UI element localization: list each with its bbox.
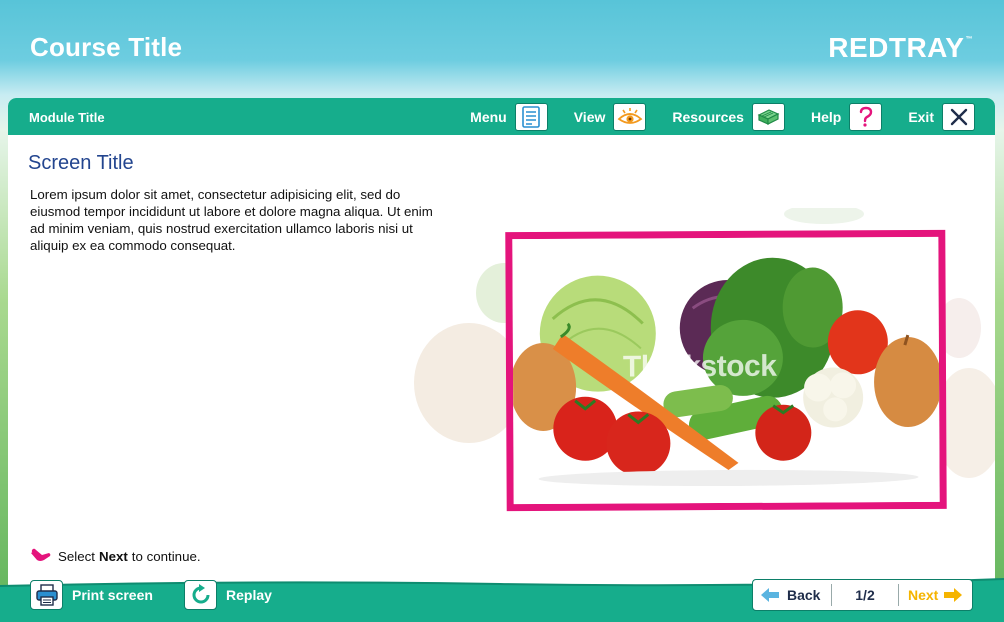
nav-view-button[interactable]: View: [574, 103, 647, 131]
menu-icon[interactable]: [514, 103, 548, 131]
arrow-left-icon: [761, 588, 779, 602]
module-title: Module Title: [29, 110, 105, 125]
brand-logo: REDTRAY™: [828, 32, 972, 64]
close-icon[interactable]: [942, 103, 975, 131]
module-bar: Module Title Menu View Resources Help Ex…: [8, 98, 995, 135]
page-navigator: Back 1/2 Next: [752, 579, 973, 611]
content-panel: Module Title Menu View Resources Help Ex…: [8, 98, 995, 588]
nav-help-label: Help: [810, 109, 842, 125]
nav-exit-button[interactable]: Exit: [908, 103, 975, 131]
replay-icon[interactable]: [184, 580, 217, 610]
replay-button[interactable]: Replay: [184, 580, 272, 610]
printer-icon[interactable]: [30, 580, 63, 610]
body-text: Lorem ipsum dolor sit amet, consectetur …: [30, 187, 433, 253]
print-screen-button[interactable]: Print screen: [30, 580, 153, 610]
help-icon[interactable]: [849, 103, 883, 131]
pointer-hand-icon: [31, 548, 51, 561]
instruction-prefix: Select: [58, 548, 95, 564]
next-label: Next: [908, 587, 939, 603]
image-watermark: Thinkstock: [622, 349, 777, 384]
screen-title: Screen Title: [28, 152, 134, 174]
brand-logo-text: REDTRAY: [828, 32, 965, 63]
back-button[interactable]: Back: [753, 587, 831, 603]
eye-icon[interactable]: [613, 103, 647, 131]
instruction-suffix: to continue.: [131, 548, 201, 564]
resources-icon[interactable]: [751, 103, 785, 131]
top-nav: Menu View Resources Help Exit: [444, 103, 975, 131]
back-label: Back: [787, 587, 821, 603]
next-button[interactable]: Next: [899, 587, 963, 603]
page-indicator: 1/2: [855, 587, 875, 603]
replay-label: Replay: [226, 587, 272, 603]
course-title: Course Title: [30, 32, 183, 62]
nav-help-button[interactable]: Help: [810, 103, 883, 131]
continue-instruction: Select Next to continue.: [30, 548, 201, 564]
print-screen-label: Print screen: [72, 587, 153, 603]
nav-menu-button[interactable]: Menu: [470, 103, 548, 131]
footer-bar: Print screen Replay Back 1/2 Next: [0, 576, 1004, 622]
instruction-next-word: Next: [98, 548, 128, 564]
nav-exit-label: Exit: [908, 109, 934, 125]
nav-resources-label: Resources: [672, 109, 744, 125]
vegetables-photo: Thinkstock: [505, 229, 947, 512]
nav-resources-button[interactable]: Resources: [672, 103, 785, 131]
arrow-right-icon: [944, 588, 963, 602]
nav-view-label: View: [573, 109, 606, 125]
nav-menu-label: Menu: [470, 109, 507, 125]
trademark-mark: ™: [965, 36, 973, 43]
